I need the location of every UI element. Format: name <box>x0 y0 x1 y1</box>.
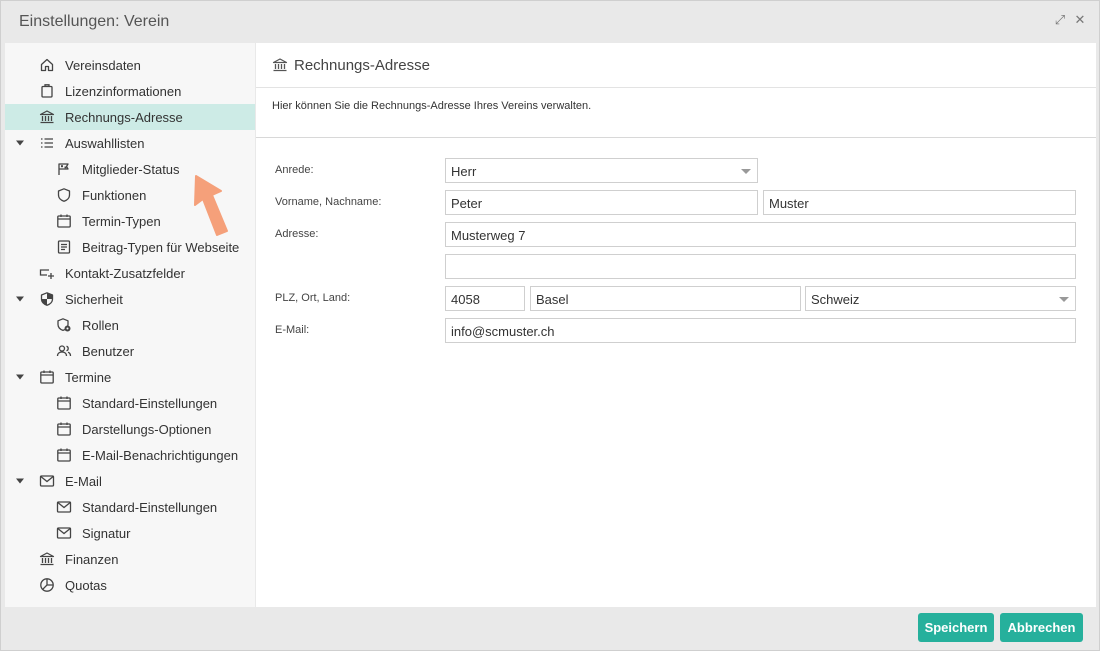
sidebar-item-label: Sicherheit <box>65 292 123 307</box>
sidebar-item-email-standard-einstellungen[interactable]: Standard-Einstellungen <box>5 494 255 520</box>
sidebar-item-label: Lizenzinformationen <box>65 84 182 99</box>
sidebar-item-label: Termine <box>65 370 112 385</box>
sidebar-item-label: Kontakt-Zusatzfelder <box>65 266 185 281</box>
sidebar-item-label: Quotas <box>65 578 107 593</box>
last-name-input[interactable]: Muster <box>763 190 1076 215</box>
sidebar-item-label: Darstellungs-Optionen <box>82 422 212 437</box>
sidebar-item-label: Auswahllisten <box>65 136 145 151</box>
sidebar-item-finanzen[interactable]: Finanzen <box>5 546 255 572</box>
shield-outline-icon <box>56 187 72 203</box>
clipboard-icon <box>39 83 55 99</box>
calendar-icon <box>56 447 72 463</box>
sidebar-item-quotas[interactable]: Quotas <box>5 572 255 598</box>
sidebar-item-rechnungs-adresse[interactable]: Rechnungs-Adresse <box>5 104 255 130</box>
sidebar-item-label: Standard-Einstellungen <box>82 500 218 515</box>
calendar-icon <box>56 395 72 411</box>
sidebar-item-kontakt-zusatzfelder[interactable]: Kontakt-Zusatzfelder <box>5 260 255 286</box>
sidebar-item-sicherheit[interactable]: Sicherheit <box>5 286 255 312</box>
anrede-label: Anrede: <box>275 164 314 176</box>
calendar-icon <box>56 421 72 437</box>
divider <box>256 137 1096 138</box>
title-bar: Einstellungen: Verein ⤢ ✕ <box>1 1 1099 43</box>
sidebar-item-label: Finanzen <box>65 552 119 567</box>
sidebar-item-signatur[interactable]: Signatur <box>5 520 255 546</box>
caret-down-icon[interactable] <box>15 294 25 304</box>
field-add-icon <box>39 265 55 281</box>
bank-icon <box>39 109 55 125</box>
anrede-value: Herr <box>451 164 477 179</box>
plz-input[interactable]: 4058 <box>445 286 525 311</box>
caret-down-icon[interactable] <box>15 372 25 382</box>
plz-ort-land-label: PLZ, Ort, Land: <box>275 292 351 304</box>
country-select[interactable]: Schweiz <box>805 286 1076 311</box>
sidebar-item-label: Mitglieder-Status <box>82 162 180 177</box>
first-name-input[interactable]: Peter <box>445 190 758 215</box>
sidebar-item-label: Rollen <box>82 318 119 333</box>
home-icon <box>39 57 55 73</box>
sidebar-item-label: Rechnungs-Adresse <box>65 110 183 125</box>
save-button[interactable]: Speichern <box>918 613 994 642</box>
sidebar-item-rollen[interactable]: Rollen <box>5 312 255 338</box>
page-title: Rechnungs-Adresse <box>294 57 430 74</box>
role-shield-icon <box>56 317 72 333</box>
settings-dialog: Einstellungen: Verein ⤢ ✕ Vereinsdaten L… <box>0 0 1100 651</box>
sidebar-item-label: Standard-Einstellungen <box>82 396 218 411</box>
calendar-icon <box>39 369 55 385</box>
cancel-button[interactable]: Abbrechen <box>1000 613 1083 642</box>
sidebar-item-lizenzinformationen[interactable]: Lizenzinformationen <box>5 78 255 104</box>
expand-icon[interactable]: ⤢ <box>1053 12 1067 28</box>
bank-icon <box>39 551 55 567</box>
anrede-select[interactable]: Herr <box>445 158 758 183</box>
country-value: Schweiz <box>811 292 860 307</box>
sidebar-item-auswahllisten[interactable]: Auswahllisten <box>5 130 255 156</box>
sidebar-item-label: Vereinsdaten <box>65 58 141 73</box>
mail-icon <box>56 499 72 515</box>
pie-chart-icon <box>39 577 55 593</box>
users-icon <box>56 343 72 359</box>
sidebar-item-darstellungs-optionen[interactable]: Darstellungs-Optionen <box>5 416 255 442</box>
sidebar-item-email[interactable]: E-Mail <box>5 468 255 494</box>
list-icon <box>39 135 55 151</box>
sidebar-item-termine-standard-einstellungen[interactable]: Standard-Einstellungen <box>5 390 255 416</box>
address-line1-input[interactable]: Musterweg 7 <box>445 222 1076 247</box>
security-shield-icon <box>39 291 55 307</box>
address-line2-input[interactable] <box>445 254 1076 279</box>
bank-icon <box>272 57 288 73</box>
document-icon <box>56 239 72 255</box>
name-label: Vorname, Nachname: <box>275 196 382 208</box>
sidebar-item-email-benachrichtigungen[interactable]: E-Mail-Benachrichtigungen <box>5 442 255 468</box>
mail-icon <box>56 525 72 541</box>
page-description: Hier können Sie die Rechnungs-Adresse Ih… <box>272 100 592 112</box>
sidebar-item-label: E-Mail <box>65 474 102 489</box>
main-panel: Rechnungs-Adresse Hier können Sie die Re… <box>256 43 1096 607</box>
caret-down-icon[interactable] <box>15 476 25 486</box>
sidebar-item-label: Signatur <box>82 526 131 541</box>
sidebar-item-termine[interactable]: Termine <box>5 364 255 390</box>
settings-sidebar: Vereinsdaten Lizenzinformationen Rechnun… <box>5 43 255 607</box>
chevron-down-icon <box>1059 297 1069 302</box>
calendar-icon <box>56 213 72 229</box>
email-label: E-Mail: <box>275 324 310 336</box>
address-label: Adresse: <box>275 228 319 240</box>
chevron-down-icon <box>741 169 751 174</box>
mail-icon <box>39 473 55 489</box>
sidebar-item-vereinsdaten[interactable]: Vereinsdaten <box>5 52 255 78</box>
sidebar-item-label: Benutzer <box>82 344 135 359</box>
dialog-title: Einstellungen: Verein <box>19 13 170 30</box>
sidebar-item-label: E-Mail-Benachrichtigungen <box>82 448 239 463</box>
city-input[interactable]: Basel <box>530 286 801 311</box>
pointer-arrow-icon <box>194 175 228 236</box>
close-icon[interactable]: ✕ <box>1073 12 1087 28</box>
caret-down-icon[interactable] <box>15 138 25 148</box>
sidebar-item-benutzer[interactable]: Benutzer <box>5 338 255 364</box>
email-input[interactable]: info@scmuster.ch <box>445 318 1076 343</box>
sidebar-item-label: Termin-Typen <box>82 214 161 229</box>
sidebar-item-label: Funktionen <box>82 188 147 203</box>
panel-header: Rechnungs-Adresse <box>256 43 1096 88</box>
flag-icon <box>56 161 72 177</box>
